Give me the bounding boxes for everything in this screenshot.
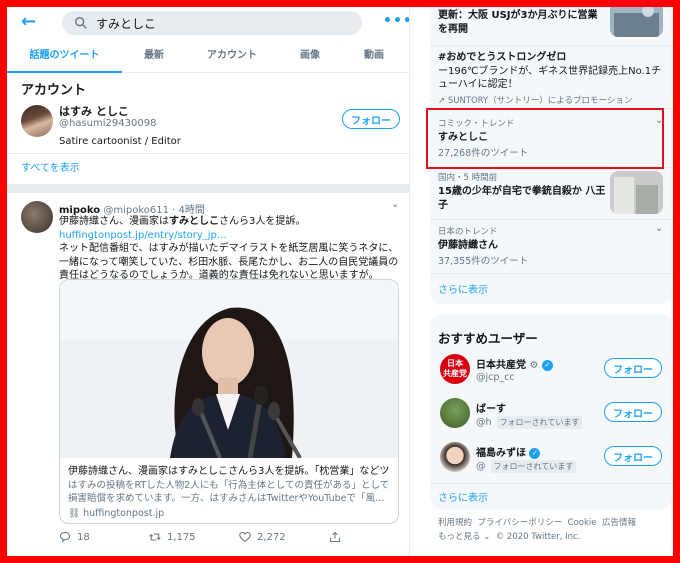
- tab-accounts[interactable]: アカウント: [186, 39, 278, 72]
- copyright: © 2020 Twitter, Inc.: [495, 532, 581, 542]
- tweet-body: ネット配信番組で、はすみが描いたデマイラストを紙芝居風に笑うネタに、一緒になって…: [59, 243, 399, 281]
- footer-link-privacy[interactable]: プライバシーポリシー: [477, 518, 562, 528]
- search-tabs: 話題のツイート 最新 アカウント 画像 動画: [7, 39, 409, 73]
- promoted-trend[interactable]: #おめでとうストロングゼロ ー196℃ブランドが、ギネス世界記録売上No.1チュ…: [438, 51, 663, 106]
- who-to-follow-title: おすすめユーザー: [438, 331, 538, 346]
- avatar[interactable]: [21, 201, 53, 233]
- user-handle: @h フォローされています: [476, 416, 583, 429]
- tweet-link[interactable]: huffingtonpost.jp/entry/story_jp…: [59, 229, 404, 243]
- user-handle: @jcp_cc: [476, 372, 515, 383]
- user-handle: @ フォローされています: [476, 460, 577, 473]
- tab-latest[interactable]: 最新: [122, 39, 186, 72]
- who-to-follow-show-more-link[interactable]: さらに表示: [438, 489, 488, 504]
- tab-top[interactable]: 話題のツイート: [7, 39, 122, 73]
- footer-link-terms[interactable]: 利用規約: [438, 518, 472, 528]
- tab-videos[interactable]: 動画: [342, 39, 406, 72]
- tweet-text: 伊藤詩織さん、漫画家はすみとしこさんら3人を提訴。 huffingtonpost…: [59, 215, 404, 283]
- account-bio: Satire cartoonist / Editor: [59, 136, 181, 147]
- follows-you-badge: フォローされています: [490, 460, 577, 473]
- account-name[interactable]: はすみ としこ: [59, 103, 129, 119]
- reply-button[interactable]: 18: [59, 531, 90, 543]
- user-name[interactable]: ばーす: [476, 400, 506, 415]
- link-icon: ⛓: [68, 508, 81, 519]
- footer-link-cookie[interactable]: Cookie: [568, 518, 597, 528]
- verified-icon: ✓: [541, 359, 553, 371]
- avatar[interactable]: 日本 共産党: [440, 354, 470, 384]
- main-column: ← ••• 話題のツイート 最新 アカウント 画像 動画 アカウント はすみ と…: [7, 7, 410, 556]
- search-box[interactable]: [62, 11, 362, 35]
- link-card[interactable]: 伊藤詩織さん、漫画家はすみとしこさんら3人を提訴。「枕営業」などツイ… はすみの…: [59, 279, 399, 524]
- who-to-follow-panel: おすすめユーザー 日本 共産党 日本共産党 ⚙ ✓ @jcp_cc フォロー ばー…: [430, 314, 673, 509]
- chevron-down-icon[interactable]: ⌄: [391, 199, 399, 210]
- tab-images[interactable]: 画像: [278, 39, 342, 72]
- gear-icon: ⚙: [529, 360, 539, 371]
- trends-show-more-link[interactable]: さらに表示: [438, 281, 488, 296]
- news-thumbnail: [610, 7, 663, 37]
- show-all-accounts-link[interactable]: すべてを表示: [7, 154, 409, 193]
- reply-icon: [59, 531, 71, 543]
- share-icon: [329, 531, 341, 543]
- search-header: ← •••: [7, 7, 409, 39]
- card-description: はすみの投稿をRTした人物2人にも「行為主体としての責任がある」として損害賠償を…: [68, 480, 390, 504]
- footer-more-link[interactable]: もっと見る ⌄: [438, 532, 490, 542]
- accounts-heading: アカウント: [21, 83, 87, 98]
- footer-links: 利用規約 プライバシーポリシー Cookie 広告情報: [438, 516, 636, 528]
- press-conference-photo: [60, 280, 398, 458]
- footer-link-ads[interactable]: 広告情報: [602, 518, 636, 528]
- trend-item-ito[interactable]: 日本のトレンド 伊藤詩織さん 37,355件のツイート: [438, 225, 663, 267]
- account-result[interactable]: はすみ としこ @hasumi29430098 Satire cartoonis…: [7, 99, 409, 154]
- footer-more: もっと見る ⌄ © 2020 Twitter, Inc.: [438, 530, 580, 542]
- avatar[interactable]: [440, 398, 470, 428]
- follow-button[interactable]: フォロー: [342, 109, 400, 129]
- chevron-down-icon[interactable]: ⌄: [655, 223, 663, 234]
- more-options-icon[interactable]: •••: [383, 13, 409, 29]
- promoted-icon: ↗: [438, 95, 446, 106]
- suggested-user[interactable]: 福島みずほ ✓ @ フォローされています フォロー: [438, 440, 673, 480]
- trend-news[interactable]: 更新：大阪 USJが3か月ぶりに営業 を再開: [438, 9, 608, 36]
- heart-icon: [239, 531, 251, 543]
- card-title[interactable]: 伊藤詩織さん、漫画家はすみとしこさんら3人を提訴。「枕営業」などツイ…: [68, 462, 390, 477]
- suggested-user[interactable]: 日本 共産党 日本共産党 ⚙ ✓ @jcp_cc フォロー: [438, 352, 673, 392]
- news-thumbnail: [610, 171, 663, 214]
- avatar[interactable]: [21, 105, 53, 137]
- follow-button[interactable]: フォロー: [604, 402, 662, 422]
- retweet-count: 1,175: [167, 531, 196, 543]
- search-input[interactable]: [96, 16, 336, 30]
- avatar[interactable]: [440, 442, 470, 472]
- trend-highlight-box: [426, 108, 664, 169]
- suggested-user[interactable]: ばーす @h フォローされています フォロー: [438, 396, 673, 436]
- like-count: 2,272: [257, 531, 286, 543]
- sidebar: 更新：大阪 USJが3か月ぶりに営業 を再開 #おめでとうストロングゼロ ー19…: [410, 7, 673, 556]
- user-name[interactable]: 日本共産党 ⚙ ✓: [476, 356, 553, 371]
- retweet-button[interactable]: 1,175: [149, 531, 196, 543]
- search-icon: [75, 17, 87, 29]
- reply-count: 18: [77, 531, 90, 543]
- account-handle: @hasumi29430098: [59, 118, 157, 129]
- tweet-header: mipoko @mipoko611 · 4時間: [59, 205, 205, 216]
- back-arrow-icon[interactable]: ←: [21, 12, 41, 32]
- verified-icon: ✓: [529, 447, 541, 459]
- follow-button[interactable]: フォロー: [604, 358, 662, 378]
- card-image: [60, 280, 398, 458]
- follow-button[interactable]: フォロー: [604, 446, 662, 466]
- retweet-icon: [149, 533, 161, 541]
- user-name[interactable]: 福島みずほ ✓: [476, 444, 541, 459]
- share-button[interactable]: [329, 531, 341, 543]
- follows-you-badge: フォローされています: [496, 416, 583, 429]
- like-button[interactable]: 2,272: [239, 531, 286, 543]
- card-domain: ⛓ huffingtonpost.jp: [68, 508, 165, 519]
- trend-item-news[interactable]: 国内・5 時間前 15歳の少年が自宅で拳銃自殺か 八王子: [438, 171, 608, 212]
